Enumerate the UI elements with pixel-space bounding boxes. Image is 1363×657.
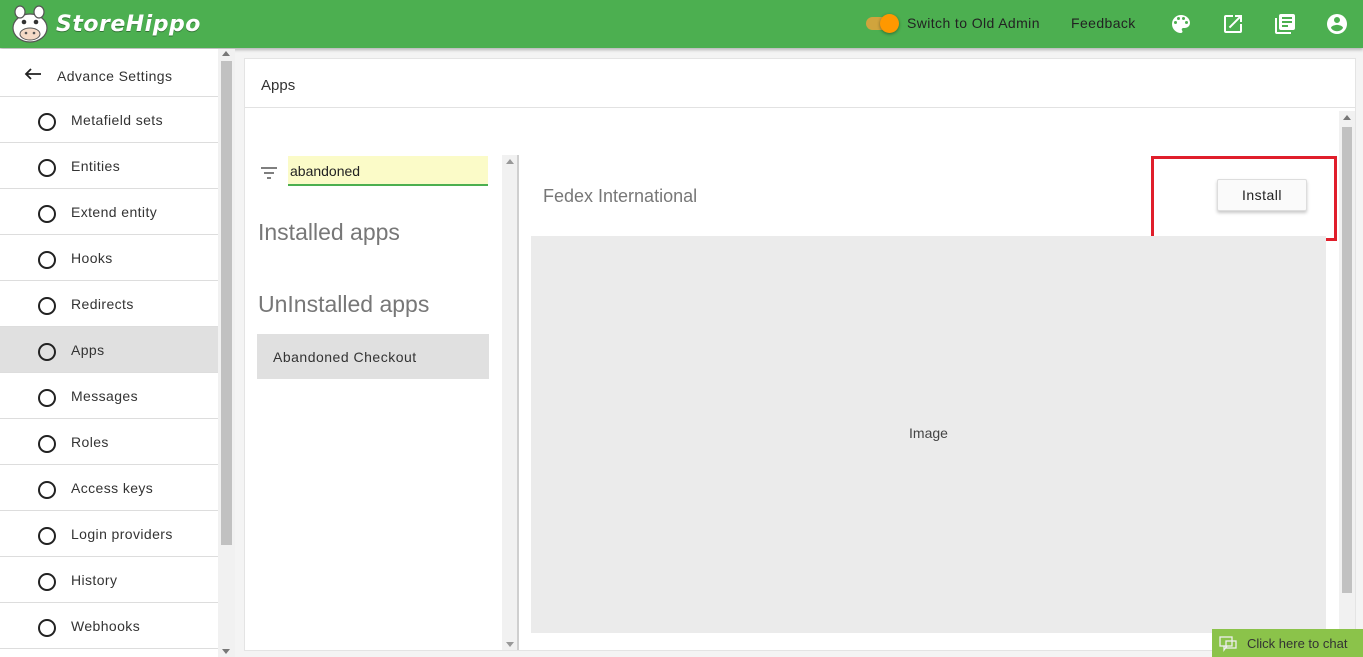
scroll-down-arrow-icon[interactable] bbox=[222, 649, 230, 654]
radio-circle-icon bbox=[38, 113, 56, 131]
image-placeholder-label: Image bbox=[909, 425, 948, 441]
install-button[interactable]: Install bbox=[1217, 179, 1307, 211]
radio-circle-icon bbox=[38, 435, 56, 453]
sidebar-item-label: Webhooks bbox=[71, 618, 141, 634]
radio-circle-icon bbox=[38, 619, 56, 637]
sidebar-item-label: Redirects bbox=[71, 296, 134, 312]
scroll-up-arrow-icon[interactable] bbox=[1343, 115, 1351, 120]
column-divider bbox=[517, 155, 519, 650]
radio-circle-icon bbox=[38, 251, 56, 269]
scroll-thumb[interactable] bbox=[1342, 127, 1352, 593]
radio-circle-icon bbox=[38, 527, 56, 545]
hippo-logo-icon bbox=[12, 5, 48, 43]
scroll-thumb[interactable] bbox=[221, 61, 232, 545]
advance-settings-back[interactable]: Advance Settings bbox=[0, 49, 218, 97]
chat-widget[interactable]: Click here to chat bbox=[1212, 629, 1363, 657]
app-search-input[interactable] bbox=[288, 156, 488, 186]
sidebar-item-history[interactable]: History bbox=[0, 557, 218, 603]
sidebar-item-label: History bbox=[71, 572, 118, 588]
chat-bubble-icon bbox=[1219, 636, 1237, 652]
header-divider bbox=[245, 107, 1355, 108]
sidebar-item-entities[interactable]: Entities bbox=[0, 143, 218, 189]
installed-apps-heading: Installed apps bbox=[258, 219, 400, 245]
radio-circle-icon bbox=[38, 343, 56, 361]
apps-panel: Apps Installed apps UnInstalled apps Aba… bbox=[244, 58, 1356, 651]
sidebar-item-label: Hooks bbox=[71, 250, 113, 266]
feedback-link[interactable]: Feedback bbox=[1071, 15, 1136, 31]
sidebar-item-label: Entities bbox=[71, 158, 121, 174]
app-list-item[interactable]: Abandoned Checkout bbox=[257, 334, 489, 379]
chat-label: Click here to chat bbox=[1247, 636, 1348, 651]
scroll-down-arrow-icon[interactable] bbox=[506, 642, 514, 647]
switch-old-admin-label: Switch to Old Admin bbox=[907, 15, 1040, 31]
advance-settings-label: Advance Settings bbox=[57, 68, 173, 84]
detail-scrollbar[interactable] bbox=[1339, 111, 1355, 650]
app-name: Abandoned Checkout bbox=[273, 349, 417, 365]
sidebar-item-login-providers[interactable]: Login providers bbox=[0, 511, 218, 557]
brand-name: StoreHippo bbox=[56, 11, 201, 37]
sidebar-scrollbar[interactable] bbox=[218, 49, 235, 657]
sidebar-item-extend-entity[interactable]: Extend entity bbox=[0, 189, 218, 235]
sidebar-item-webhooks[interactable]: Webhooks bbox=[0, 603, 218, 649]
sidebar: Advance Settings Metafield sets Entities… bbox=[0, 49, 218, 657]
palette-icon[interactable] bbox=[1169, 12, 1193, 36]
docs-icon[interactable] bbox=[1273, 12, 1297, 36]
radio-circle-icon bbox=[38, 389, 56, 407]
app-image-placeholder: Image bbox=[531, 236, 1326, 633]
sidebar-item-redirects[interactable]: Redirects bbox=[0, 281, 218, 327]
sidebar-item-label: Login providers bbox=[71, 526, 173, 542]
toggle-thumb bbox=[880, 14, 899, 33]
sidebar-item-label: Metafield sets bbox=[71, 112, 163, 128]
scroll-up-arrow-icon[interactable] bbox=[222, 51, 230, 56]
sidebar-item-label: Extend entity bbox=[71, 204, 158, 220]
radio-circle-icon bbox=[38, 297, 56, 315]
filter-icon[interactable] bbox=[259, 165, 279, 181]
page-title: Apps bbox=[261, 77, 296, 94]
app-list-scrollbar[interactable] bbox=[502, 155, 519, 650]
top-bar: StoreHippo Switch to Old Admin Feedback bbox=[0, 0, 1363, 48]
sidebar-item-label: Access keys bbox=[71, 480, 154, 496]
open-external-icon[interactable] bbox=[1221, 12, 1245, 36]
sidebar-item-metafield-sets[interactable]: Metafield sets bbox=[0, 97, 218, 143]
old-admin-toggle[interactable] bbox=[864, 13, 900, 33]
sidebar-item-label: Apps bbox=[71, 342, 105, 358]
sidebar-item-label: Messages bbox=[71, 388, 139, 404]
sidebar-item-hooks[interactable]: Hooks bbox=[0, 235, 218, 281]
arrow-left-icon bbox=[24, 68, 41, 80]
app-detail-title: Fedex International bbox=[543, 186, 698, 206]
sidebar-item-label: Roles bbox=[71, 434, 109, 450]
uninstalled-apps-heading: UnInstalled apps bbox=[258, 291, 430, 317]
radio-circle-icon bbox=[38, 573, 56, 591]
radio-circle-icon bbox=[38, 481, 56, 499]
account-icon[interactable] bbox=[1325, 12, 1349, 36]
sidebar-item-messages[interactable]: Messages bbox=[0, 373, 218, 419]
sidebar-item-apps[interactable]: Apps bbox=[0, 327, 218, 373]
sidebar-item-access-keys[interactable]: Access keys bbox=[0, 465, 218, 511]
sidebar-item-roles[interactable]: Roles bbox=[0, 419, 218, 465]
radio-circle-icon bbox=[38, 205, 56, 223]
radio-circle-icon bbox=[38, 159, 56, 177]
storehippo-logo[interactable]: StoreHippo bbox=[8, 2, 201, 46]
scroll-up-arrow-icon[interactable] bbox=[506, 159, 514, 164]
